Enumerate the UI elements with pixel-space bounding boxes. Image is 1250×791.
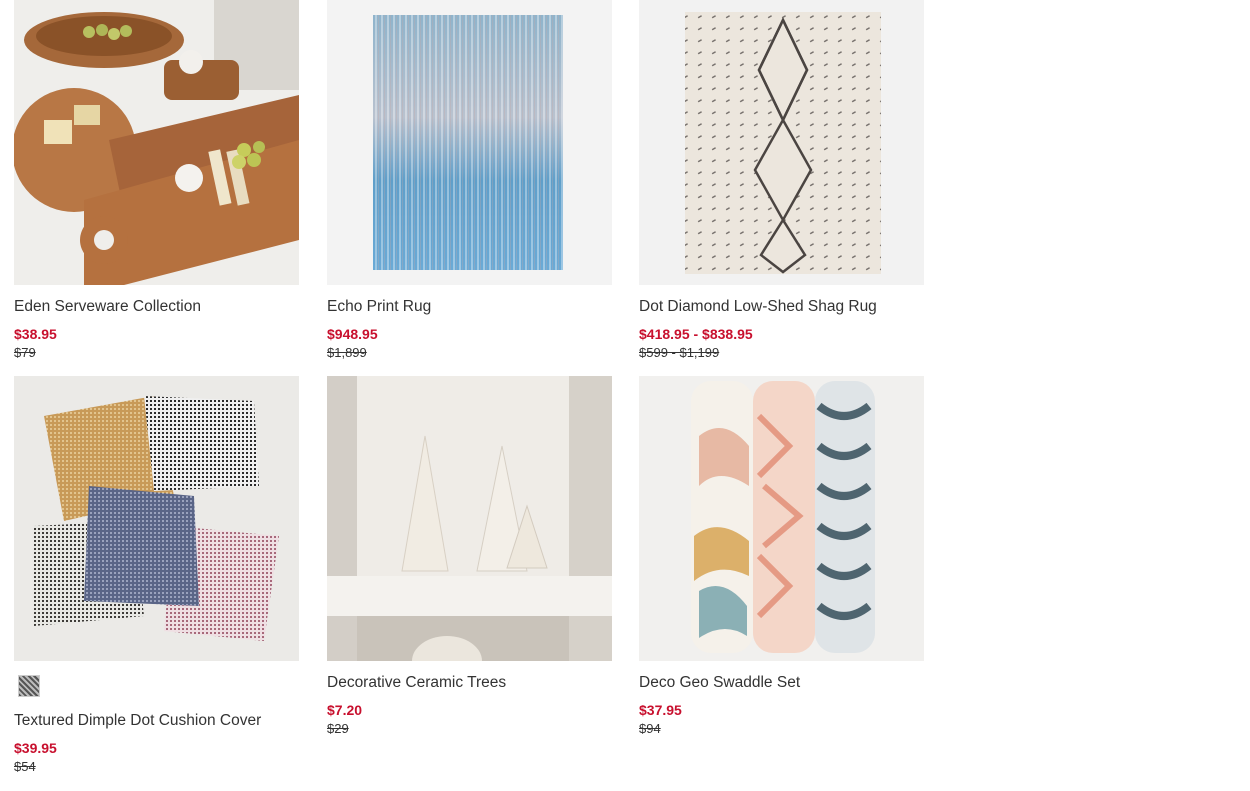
product-name[interactable]: Echo Print Rug (327, 297, 612, 317)
product-card-ceramic-trees[interactable]: Decorative Ceramic Trees $7.20 $29 (327, 376, 612, 738)
product-card-cushion-cover[interactable]: Textured Dimple Dot Cushion Cover $39.95… (14, 376, 299, 776)
product-name[interactable]: Eden Serveware Collection (14, 297, 299, 317)
original-price: $1,899 (327, 345, 367, 360)
original-price: $94 (639, 721, 661, 736)
swaddle-set-image[interactable] (639, 376, 924, 661)
product-card-echo-rug[interactable]: Echo Print Rug $948.95 $1,899 (327, 0, 612, 362)
sale-price: $7.20 (327, 702, 363, 718)
ceramic-trees-image[interactable] (327, 376, 612, 661)
sale-price: $948.95 (327, 326, 378, 342)
diamond-rug-image[interactable] (639, 0, 924, 285)
product-card-dot-diamond-rug[interactable]: Dot Diamond Low-Shed Shag Rug $418.95 - … (639, 0, 924, 362)
product-card-eden-serveware[interactable]: Eden Serveware Collection $38.95 $79 (14, 0, 299, 362)
product-name[interactable]: Textured Dimple Dot Cushion Cover (14, 711, 299, 731)
sale-price: $37.95 (639, 702, 682, 718)
original-price: $29 (327, 721, 349, 736)
product-name[interactable]: Dot Diamond Low-Shed Shag Rug (639, 297, 924, 317)
sale-price: $418.95 - $838.95 (639, 326, 753, 342)
product-name[interactable]: Decorative Ceramic Trees (327, 673, 612, 693)
dimple-dot-swatch[interactable] (18, 675, 40, 697)
serveware-boards-image[interactable] (14, 0, 299, 285)
original-price: $79 (14, 345, 36, 360)
sale-price: $38.95 (14, 326, 57, 342)
blue-rug-image[interactable] (327, 0, 612, 285)
cushions-image[interactable] (14, 376, 299, 661)
sale-price: $39.95 (14, 740, 57, 756)
product-name[interactable]: Deco Geo Swaddle Set (639, 673, 924, 693)
original-price: $599 - $1,199 (639, 345, 720, 360)
original-price: $54 (14, 759, 36, 774)
product-card-swaddle-set[interactable]: Deco Geo Swaddle Set $37.95 $94 (639, 376, 924, 738)
